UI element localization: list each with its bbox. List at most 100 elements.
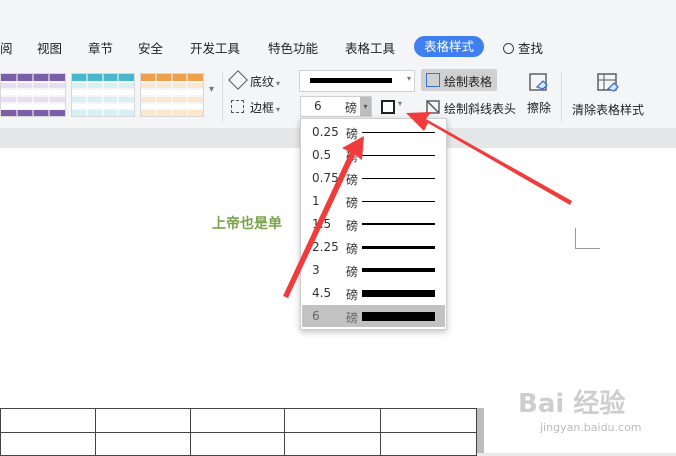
line-width-option-unit: 磅 [346, 127, 359, 141]
table-style-swatch-orange[interactable] [140, 73, 204, 117]
chevron-down-icon: ▾ [276, 79, 281, 88]
line-width-option-value: 1 [312, 194, 320, 208]
tab-view[interactable]: 视图 [37, 38, 62, 57]
line-width-option-preview [362, 178, 435, 179]
table-cell[interactable] [284, 408, 381, 433]
gallery-expand-icon[interactable]: ▾ [209, 84, 214, 95]
clear-style-icon [597, 73, 619, 92]
tab-section[interactable]: 章节 [88, 38, 113, 57]
chevron-down-icon: ▾ [276, 105, 281, 114]
chevron-down-icon: ▾ [406, 74, 411, 83]
line-width-option[interactable]: 4.5 磅 [302, 282, 445, 304]
line-width-option-preview [362, 201, 435, 202]
table-cell[interactable] [190, 408, 285, 433]
line-width-option-unit: 磅 [346, 196, 359, 210]
swatch-cyan-graphic [72, 74, 134, 116]
erase-button[interactable]: 擦除 [524, 70, 554, 116]
table-cell[interactable] [380, 408, 477, 433]
table-style-swatch-cyan[interactable] [71, 73, 135, 117]
search-icon [503, 43, 514, 54]
paint-bucket-icon [228, 70, 248, 90]
line-width-option-preview [362, 290, 435, 297]
border-icon [231, 100, 244, 113]
line-width-option-value: 4.5 [312, 286, 332, 300]
line-width-option-unit: 磅 [346, 150, 359, 164]
table-cell[interactable] [0, 432, 96, 456]
diagonal-header-icon [426, 100, 440, 114]
ribbon-separator [561, 72, 562, 122]
tab-find[interactable]: 查找 [503, 38, 543, 57]
line-width-select[interactable]: 6 磅 ▾ [300, 96, 372, 117]
draw-diagonal-header-button[interactable]: 绘制斜线表头 [424, 97, 520, 117]
line-width-option-unit: 磅 [346, 173, 359, 187]
watermark-logo: Bai 经验 [518, 383, 625, 420]
draw-diagonal-label: 绘制斜线表头 [444, 102, 517, 116]
line-width-dropdown: 0.25 磅 0.5 磅 0.75 磅 1 磅 1.5 磅 2.25 磅 3 磅 4.5 磅 6 磅 [300, 118, 447, 330]
line-width-option-value: 2.25 [312, 240, 339, 254]
draw-table-icon [426, 73, 440, 87]
document-title-text[interactable]: 上帝也是单 [212, 213, 282, 233]
line-width-dropdown-button[interactable]: ▾ [360, 97, 371, 116]
line-width-option-preview [362, 155, 435, 156]
line-width-option-value: 0.5 [312, 148, 332, 162]
draw-table-label: 绘制表格 [444, 75, 493, 89]
border-button[interactable]: 边框 ▾ [231, 99, 280, 116]
line-width-option-unit: 磅 [346, 265, 359, 279]
clear-style-label: 清除表格样式 [572, 103, 645, 117]
pen-color-icon [381, 100, 395, 114]
line-width-option-value: 0.75 [312, 171, 339, 185]
line-width-unit: 磅 [345, 101, 358, 115]
table-cell[interactable] [0, 408, 96, 433]
tab-developer-tools[interactable]: 开发工具 [190, 38, 240, 57]
line-width-option[interactable]: 0.75 磅 [302, 167, 445, 189]
tab-table-tools[interactable]: 表格工具 [345, 38, 395, 57]
line-width-option[interactable]: 0.25 磅 [302, 121, 445, 143]
eraser-icon [529, 73, 548, 91]
draw-table-button[interactable]: 绘制表格 [421, 69, 497, 91]
line-width-option-preview [362, 246, 435, 249]
line-width-option[interactable]: 3磅 [302, 259, 445, 281]
shading-button[interactable]: 底纹 ▾ [228, 70, 281, 90]
watermark-text: Bai 经验 [518, 389, 626, 419]
line-width-option-unit: 磅 [346, 311, 359, 325]
line-width-option-value: 3 [312, 263, 320, 277]
clear-table-style-button[interactable]: 清除表格样式 [570, 70, 650, 117]
swatch-orange-graphic [141, 74, 203, 116]
table-cell[interactable] [95, 432, 191, 456]
table-cell[interactable] [190, 432, 285, 456]
ribbon-separator [222, 72, 223, 122]
line-width-option-value: 6 [312, 309, 320, 323]
line-width-option[interactable]: 2.25 磅 [302, 236, 445, 258]
line-color-button[interactable]: ▾ [378, 97, 408, 115]
line-width-value: 6 [314, 99, 322, 113]
table-edge-handle[interactable] [477, 408, 484, 453]
line-width-option[interactable]: 0.5 磅 [302, 144, 445, 166]
line-style-preview [310, 78, 392, 83]
title-bar [0, 0, 676, 28]
table-cell[interactable] [95, 408, 191, 433]
table-cell[interactable] [380, 432, 477, 456]
page-corner-mark [575, 228, 600, 249]
line-width-option-value: 0.25 [312, 125, 339, 139]
table-cell[interactable] [284, 432, 381, 456]
line-width-option-unit: 磅 [346, 219, 359, 233]
chevron-down-icon: ▾ [398, 99, 403, 108]
tab-security[interactable]: 安全 [138, 38, 163, 57]
line-width-option-preview [362, 132, 435, 133]
line-width-option-preview [362, 223, 435, 225]
table-style-swatch-purple[interactable] [0, 73, 66, 117]
tab-special-features[interactable]: 特色功能 [268, 38, 318, 57]
line-width-option[interactable]: 6磅 [302, 305, 445, 327]
line-width-option-unit: 磅 [346, 242, 359, 256]
line-style-select[interactable]: ▾ [299, 70, 415, 92]
line-width-option[interactable]: 1.5 磅 [302, 213, 445, 235]
line-width-option-preview [362, 312, 435, 321]
watermark-url: jingyan.baidu.com [540, 421, 642, 434]
erase-label: 擦除 [527, 101, 552, 115]
tab-table-style[interactable]: 表格样式 [414, 36, 485, 57]
tab-review[interactable]: 阅 [0, 38, 13, 57]
ribbon-tab-bar: 阅 视图 章节 安全 开发工具 特色功能 表格工具 表格样式 查找 [0, 28, 676, 66]
swatch-purple-graphic [1, 74, 65, 116]
line-width-option[interactable]: 1磅 [302, 190, 445, 212]
line-width-option-preview [362, 268, 435, 272]
